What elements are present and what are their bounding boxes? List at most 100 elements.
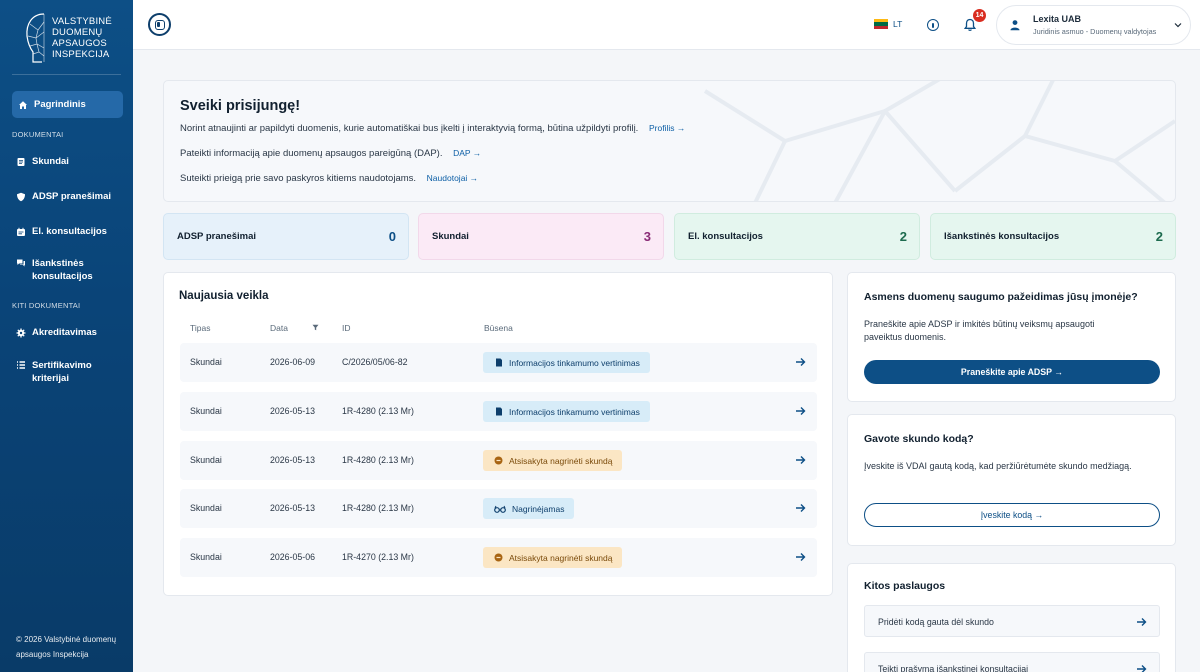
column-header-type: Tipas — [190, 323, 211, 333]
users-link[interactable]: Naudotojai → — [427, 173, 479, 183]
welcome-line-dap: Pateikti informaciją apie duomenų apsaug… — [180, 148, 481, 159]
welcome-card: Sveiki prisijungę! Norint atnaujinti ar … — [163, 80, 1176, 202]
sidebar-toggle-icon — [154, 19, 165, 30]
arrow-right-icon — [1137, 618, 1147, 626]
service-item-add-code[interactable]: Pridėti kodą gauta dėl skundo — [864, 605, 1160, 637]
document-icon — [494, 358, 503, 367]
sidebar-group-documents: Dokumentai — [12, 130, 64, 139]
sidebar-divider — [12, 74, 121, 75]
user-menu[interactable]: Lexita UAB Juridinis asmuo - Duomenų val… — [996, 5, 1191, 45]
status-label: Atsisakyta nagrinėti skundą — [509, 552, 613, 563]
service-item-prior-consultation[interactable]: Teikti prašymą išankstinei konsultacijai — [864, 652, 1160, 672]
table-row[interactable]: Skundai 2026-05-06 1R-4270 (2.13 Mr) Ats… — [180, 538, 817, 577]
row-id: 1R-4270 (2.13 Mr) — [342, 552, 414, 562]
arrow-right-icon[interactable] — [795, 356, 806, 368]
breach-report-card: Asmens duomenų saugumo pažeidimas jūsų į… — [847, 272, 1176, 402]
sidebar-toggle-button[interactable] — [148, 13, 171, 36]
language-label: LT — [893, 19, 903, 29]
services-card-title: Kitos paslaugos — [864, 580, 946, 592]
table-row[interactable]: Skundai 2026-05-13 1R-4280 (2.13 Mr) Inf… — [180, 392, 817, 431]
status-label: Atsisakyta nagrinėti skundą — [509, 455, 613, 466]
arrow-right-icon[interactable] — [795, 454, 806, 466]
stat-label: El. konsultacijos — [688, 231, 763, 242]
complaint-code-card: Gavote skundo kodą? Įveskite iš VDAI gau… — [847, 414, 1176, 546]
filter-icon[interactable] — [312, 324, 319, 331]
table-row[interactable]: Skundai 2026-05-13 1R-4280 (2.13 Mr) Nag… — [180, 489, 817, 528]
gear-icon — [16, 328, 26, 338]
breach-card-title: Asmens duomenų saugumo pažeidimas jūsų į… — [864, 291, 1138, 303]
stat-value: 2 — [1155, 229, 1163, 244]
row-date: 2026-05-13 — [270, 503, 315, 513]
dap-link[interactable]: DAP → — [453, 148, 481, 158]
stat-label: ADSP pranešimai — [177, 231, 257, 242]
stat-card-e-consultations[interactable]: El. konsultacijos 2 — [674, 213, 920, 260]
sidebar-item-certification[interactable]: Sertifikavimo kriterijai — [0, 359, 133, 385]
minus-circle-icon — [494, 456, 503, 465]
chevron-down-icon — [1174, 20, 1182, 30]
report-adsp-button[interactable]: Praneškite apie ADSP → — [864, 360, 1160, 384]
table-row[interactable]: Skundai 2026-06-09 C/2026/05/06-82 Infor… — [180, 343, 817, 382]
arrow-right-icon[interactable] — [795, 551, 806, 563]
status-label: Informacijos tinkamumo vertinimas — [509, 357, 640, 368]
stat-value: 2 — [899, 229, 907, 244]
stat-value: 3 — [643, 229, 651, 244]
stat-card-complaints[interactable]: Skundai 3 — [418, 213, 664, 260]
status-badge: Atsisakyta nagrinėti skundą — [483, 547, 623, 568]
sidebar-item-label: Akreditavimas — [32, 327, 97, 338]
language-selector[interactable]: LT — [874, 19, 902, 29]
table-row[interactable]: Skundai 2026-05-13 1R-4280 (2.13 Mr) Ats… — [180, 441, 817, 480]
sidebar-item-label: Pagrindinis — [34, 99, 86, 110]
column-header-id: ID — [342, 323, 351, 333]
code-card-title: Gavote skundo kodą? — [864, 433, 974, 445]
row-id: 1R-4280 (2.13 Mr) — [342, 455, 414, 465]
row-type: Skundai — [190, 357, 222, 367]
row-type: Skundai — [190, 503, 222, 513]
sidebar-item-accreditation[interactable]: Akreditavimas — [0, 327, 133, 338]
sidebar-item-label: Sertifikavimo kriterijai — [32, 360, 92, 384]
notification-count-badge: 14 — [973, 9, 986, 22]
row-date: 2026-05-13 — [270, 406, 315, 416]
sidebar-item-complaints[interactable]: Skundai — [0, 156, 133, 167]
sidebar-footer: © 2026 Valstybinė duomenų apsaugos Inspe… — [16, 632, 116, 662]
accessibility-icon[interactable] — [927, 19, 939, 31]
vdai-logo[interactable]: Valstybinė duomenų apsaugos inspekcija — [24, 10, 114, 66]
lithuania-flag-icon — [874, 19, 888, 29]
list-icon — [16, 360, 26, 370]
arrow-right-icon[interactable] — [795, 502, 806, 514]
recent-activity-title: Naujausia veikla — [179, 290, 269, 302]
row-date: 2026-05-13 — [270, 455, 315, 465]
sidebar-nav: Pagrindinis Dokumentai Skundai ADSP pran… — [0, 91, 133, 385]
row-type: Skundai — [190, 406, 222, 416]
chat-bubbles-icon — [16, 258, 26, 268]
shield-icon — [16, 192, 26, 202]
status-badge: Informacijos tinkamumo vertinimas — [483, 352, 650, 373]
stat-card-prior-consultations[interactable]: Išankstinės konsultacijos 2 — [930, 213, 1176, 260]
stat-card-adsp[interactable]: ADSP pranešimai 0 — [163, 213, 409, 260]
sidebar-group-other: Kiti dokumentai — [12, 301, 81, 310]
other-services-card: Kitos paslaugos Pridėti kodą gauta dėl s… — [847, 563, 1176, 672]
arrow-right-icon[interactable] — [795, 405, 806, 417]
row-type: Skundai — [190, 552, 222, 562]
enter-code-button[interactable]: Įveskite kodą → — [864, 503, 1160, 527]
glasses-icon — [494, 504, 506, 513]
welcome-line-profile: Norint atnaujinti ar papildyti duomenis,… — [180, 123, 685, 134]
profile-link[interactable]: Profilis → — [649, 123, 685, 133]
user-icon — [1010, 20, 1020, 31]
row-id: C/2026/05/06-82 — [342, 357, 408, 367]
breach-card-text: Praneškite apie ADSP ir imkitės būtinų v… — [864, 319, 1095, 342]
sidebar-item-home[interactable]: Pagrindinis — [12, 91, 123, 118]
status-badge: Atsisakyta nagrinėti skundą — [483, 450, 623, 471]
recent-activity-panel: Naujausia veikla Tipas Data ID Būsena Sk… — [163, 272, 833, 596]
sidebar-item-label: Skundai — [32, 156, 69, 167]
minus-circle-icon — [494, 553, 503, 562]
sidebar-item-prior-consultations[interactable]: Išankstinės konsultacijos — [0, 257, 133, 283]
welcome-text: Norint atnaujinti ar papildyti duomenis,… — [180, 123, 639, 134]
welcome-text: Pateikti informaciją apie duomenų apsaug… — [180, 148, 443, 159]
status-label: Nagrinėjamas — [512, 503, 565, 514]
welcome-line-users: Suteikti prieigą prie savo paskyros kiti… — [180, 173, 478, 184]
document-list-icon — [16, 157, 26, 167]
sidebar-item-e-consultations[interactable]: El. konsultacijos — [0, 226, 133, 237]
column-header-date[interactable]: Data — [270, 323, 288, 333]
stat-value: 0 — [388, 229, 396, 244]
sidebar-item-adsp[interactable]: ADSP pranešimai — [0, 191, 133, 202]
